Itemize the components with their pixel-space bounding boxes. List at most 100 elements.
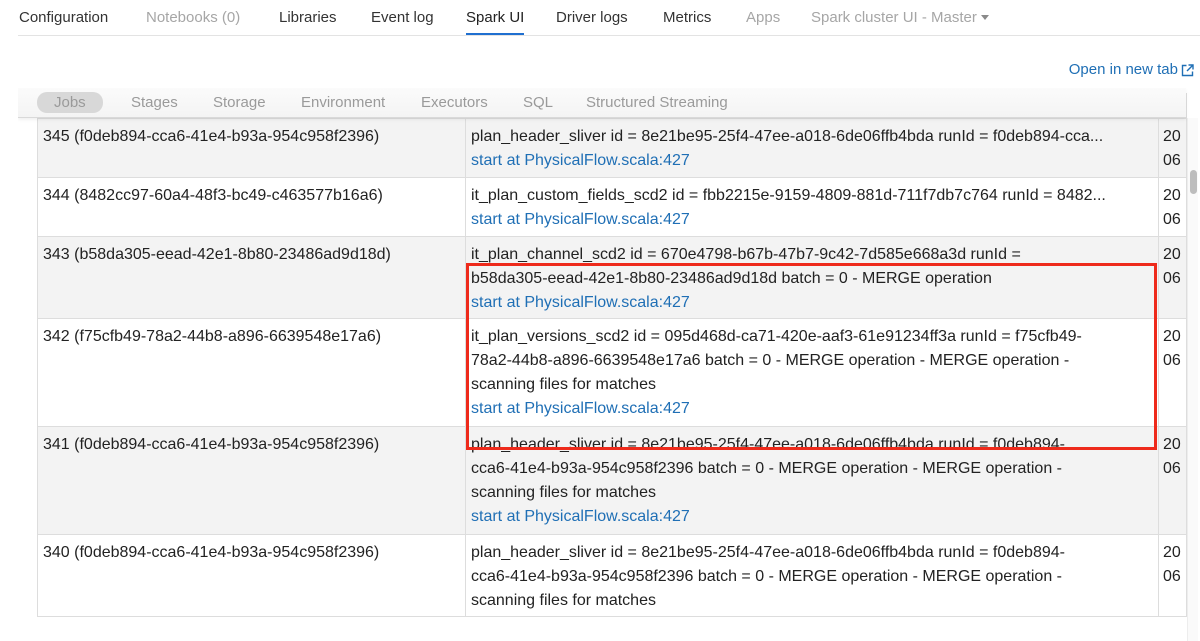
job-submitted-cell: 20 06 — [1158, 533, 1187, 617]
tab-notebooks[interactable]: Notebooks (0) — [146, 8, 240, 28]
job-id: 342 (f75cfb49-78a2-44b8-a896-6639548e17a… — [43, 327, 382, 345]
submitted-time-fragment: 20 — [1163, 127, 1181, 145]
submitted-time-fragment: 06 — [1163, 351, 1181, 369]
job-description-cell: plan_header_sliver id = 8e21be95-25f4-47… — [465, 117, 1159, 178]
job-description-text: cca6-41e4-b93a-954c958f2396 batch = 0 - … — [471, 567, 1062, 585]
nav-label: SQL — [523, 94, 554, 111]
job-call-site-link[interactable]: start at PhysicalFlow.scala:427 — [471, 505, 1153, 529]
job-description-text: plan_header_sliver id = 8e21be95-25f4-47… — [471, 435, 1065, 453]
spark-nav-executors[interactable]: Executors — [421, 94, 488, 111]
job-description-cell: it_plan_versions_scd2 id = 095d468d-ca71… — [465, 317, 1159, 427]
job-description-cell: it_plan_channel_scd2 id = 670e4798-b67b-… — [465, 235, 1159, 319]
tab-libraries[interactable]: Libraries — [279, 8, 337, 28]
job-description-text: cca6-41e4-b93a-954c958f2396 batch = 0 - … — [471, 459, 1062, 477]
tab-label: Configuration — [19, 9, 109, 26]
spark-nav-structured-streaming[interactable]: Structured Streaming — [586, 94, 728, 111]
job-id-cell: 345 (f0deb894-cca6-41e4-b93a-954c958f239… — [37, 117, 466, 178]
job-description-text: scanning files for matches — [471, 591, 656, 609]
submitted-time-fragment: 06 — [1163, 151, 1181, 169]
job-id-cell: 340 (f0deb894-cca6-41e4-b93a-954c958f239… — [37, 533, 466, 617]
spark-nav-jobs[interactable]: Jobs — [37, 92, 103, 113]
job-id-cell: 342 (f75cfb49-78a2-44b8-a896-6639548e17a… — [37, 317, 466, 427]
job-call-site-link[interactable]: start at PhysicalFlow.scala:427 — [471, 291, 1153, 315]
submitted-time-fragment: 06 — [1163, 269, 1181, 287]
job-call-site-link[interactable]: start at PhysicalFlow.scala:427 — [471, 397, 1153, 421]
nav-label: Executors — [421, 94, 488, 111]
nav-label: Storage — [213, 94, 266, 111]
job-description-text: it_plan_channel_scd2 id = 670e4798-b67b-… — [471, 245, 1021, 263]
tab-label: Libraries — [279, 9, 337, 26]
job-call-site-link[interactable]: start at PhysicalFlow.scala:427 — [471, 149, 1153, 173]
tab-label: Notebooks (0) — [146, 9, 241, 26]
nav-label: Stages — [131, 94, 178, 111]
tab-spark-cluster-ui-dropdown[interactable]: Spark cluster UI - Master — [811, 8, 989, 28]
job-description-text: plan_header_sliver id = 8e21be95-25f4-47… — [471, 127, 1104, 145]
job-id-cell: 341 (f0deb894-cca6-41e4-b93a-954c958f239… — [37, 425, 466, 535]
tab-label: Spark cluster UI - Master — [811, 9, 977, 26]
job-id: 340 (f0deb894-cca6-41e4-b93a-954c958f239… — [43, 543, 380, 561]
job-id: 341 (f0deb894-cca6-41e4-b93a-954c958f239… — [43, 435, 380, 453]
vertical-scrollbar[interactable] — [1187, 118, 1198, 641]
job-id: 343 (b58da305-eead-42e1-8b80-23486ad9d18… — [43, 245, 391, 263]
job-description-text: scanning files for matches — [471, 375, 656, 393]
spark-nav-sql[interactable]: SQL — [523, 94, 553, 111]
open-in-new-tab-link[interactable]: Open in new tab — [1069, 60, 1194, 80]
submitted-time-fragment: 20 — [1163, 543, 1181, 561]
job-id: 344 (8482cc97-60a4-48f3-bc49-c463577b16a… — [43, 186, 383, 204]
tab-label: Apps — [746, 9, 781, 26]
nav-label: Structured Streaming — [586, 94, 728, 111]
submitted-time-fragment: 20 — [1163, 327, 1181, 345]
nav-label: Jobs — [54, 94, 86, 111]
job-row: 342 (f75cfb49-78a2-44b8-a896-6639548e17a… — [37, 317, 1187, 427]
submitted-time-fragment: 20 — [1163, 186, 1181, 204]
tab-metrics[interactable]: Metrics — [663, 8, 711, 28]
job-description-text: 78a2-44b8-a896-6639548e17a6 batch = 0 - … — [471, 351, 1070, 369]
tab-event-log[interactable]: Event log — [371, 8, 434, 28]
tab-spark-ui[interactable]: Spark UI — [466, 8, 525, 36]
spark-ui-navbar: Jobs Stages Storage Environment Executor… — [18, 88, 1186, 118]
job-description-text: scanning files for matches — [471, 483, 656, 501]
tab-label: Driver logs — [556, 9, 628, 26]
job-submitted-cell: 20 06 — [1158, 176, 1187, 237]
open-in-new-tab-label: Open in new tab — [1068, 61, 1178, 78]
job-description-cell: plan_header_sliver id = 8e21be95-25f4-47… — [465, 533, 1159, 617]
scrollbar-thumb[interactable] — [1190, 170, 1197, 194]
nav-label: Environment — [301, 94, 386, 111]
submitted-time-fragment: 06 — [1163, 567, 1181, 585]
job-id-cell: 344 (8482cc97-60a4-48f3-bc49-c463577b16a… — [37, 176, 466, 237]
job-id: 345 (f0deb894-cca6-41e4-b93a-954c958f239… — [43, 127, 380, 145]
tab-label: Metrics — [663, 9, 712, 26]
tab-configuration[interactable]: Configuration — [19, 8, 108, 28]
job-submitted-cell: 20 06 — [1158, 117, 1187, 178]
job-id-cell: 343 (b58da305-eead-42e1-8b80-23486ad9d18… — [37, 235, 466, 319]
caret-down-icon — [980, 14, 989, 20]
job-row: 345 (f0deb894-cca6-41e4-b93a-954c958f239… — [37, 117, 1187, 178]
job-row: 341 (f0deb894-cca6-41e4-b93a-954c958f239… — [37, 425, 1187, 535]
tabs-divider — [18, 35, 1200, 36]
job-description-text: it_plan_custom_fields_scd2 id = fbb2215e… — [471, 186, 1106, 204]
spark-ui-frame: Jobs Stages Storage Environment Executor… — [18, 88, 1200, 641]
tab-label: Event log — [371, 9, 434, 26]
submitted-time-fragment: 20 — [1163, 435, 1181, 453]
job-description-cell: plan_header_sliver id = 8e21be95-25f4-47… — [465, 425, 1159, 535]
job-call-site-link[interactable]: start at PhysicalFlow.scala:427 — [471, 208, 1153, 232]
job-description-cell: it_plan_custom_fields_scd2 id = fbb2215e… — [465, 176, 1159, 237]
jobs-table: start at PhysicalFlow.scala:427 06 345 (f0… — [37, 93, 1187, 617]
job-description-text: plan_header_sliver id = 8e21be95-25f4-47… — [471, 543, 1065, 561]
tab-label: Spark UI — [466, 9, 525, 26]
tab-apps[interactable]: Apps — [746, 8, 780, 28]
submitted-time-fragment: 06 — [1163, 210, 1181, 228]
spark-nav-stages[interactable]: Stages — [131, 94, 178, 111]
job-description-text: b58da305-eead-42e1-8b80-23486ad9d18d bat… — [471, 269, 992, 287]
job-row: 343 (b58da305-eead-42e1-8b80-23486ad9d18… — [37, 235, 1187, 319]
job-row: 340 (f0deb894-cca6-41e4-b93a-954c958f239… — [37, 533, 1187, 617]
tab-driver-logs[interactable]: Driver logs — [556, 8, 628, 28]
job-submitted-cell: 20 06 — [1158, 425, 1187, 535]
jobs-table-wrapper: start at PhysicalFlow.scala:427 06 345 (f0… — [37, 93, 1187, 617]
cluster-tabs: Configuration Notebooks (0) Libraries Ev… — [0, 0, 1200, 36]
external-link-icon — [1181, 63, 1194, 76]
job-submitted-cell: 20 06 — [1158, 317, 1187, 427]
spark-nav-environment[interactable]: Environment — [301, 94, 385, 111]
spark-nav-storage[interactable]: Storage — [213, 94, 266, 111]
submitted-time-fragment: 20 — [1163, 245, 1181, 263]
